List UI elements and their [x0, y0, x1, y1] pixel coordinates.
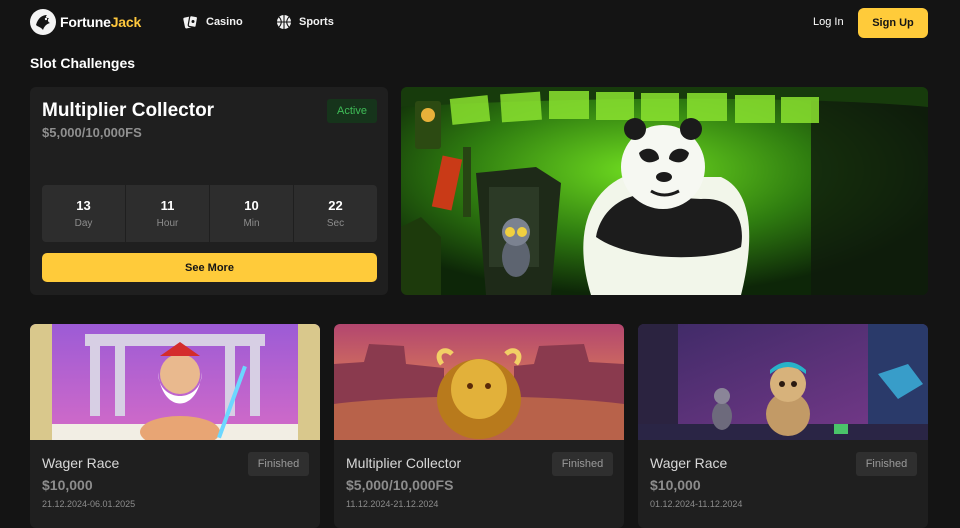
countdown-unit: Min [243, 218, 260, 229]
countdown-value: 22 [328, 198, 343, 213]
nav-sports[interactable]: Sports [275, 13, 334, 31]
countdown-value: 10 [244, 198, 259, 213]
countdown-unit: Hour [156, 218, 179, 229]
card-prize: $5,000/10,000FS [346, 477, 454, 493]
basketball-icon [277, 15, 291, 29]
nav-casino[interactable]: Casino [182, 13, 243, 31]
featured-title: Multiplier Collector [42, 100, 215, 121]
card-date-range: 01.12.2024-11.12.2024 [650, 499, 743, 509]
challenge-card[interactable]: Wager Race $10,000 21.12.2024-06.01.2025… [30, 324, 320, 528]
logo-text-fortune: Fortune [60, 14, 111, 30]
challenge-card[interactable]: Wager Race $10,000 01.12.2024-11.12.2024… [638, 324, 928, 528]
status-badge-active: Active [327, 99, 377, 123]
countdown-value: 11 [160, 198, 175, 213]
featured-prize: $5,000/10,000FS [42, 125, 142, 140]
card-title: Multiplier Collector [346, 455, 462, 471]
nav-sports-label: Sports [299, 16, 334, 28]
card-image [638, 324, 928, 440]
status-badge-finished: Finished [856, 452, 917, 476]
card-prize: $10,000 [42, 477, 93, 493]
countdown-unit: Sec [326, 218, 345, 229]
featured-challenge-card: Multiplier Collector $5,000/10,000FS Act… [30, 87, 388, 295]
card-title: Wager Race [42, 455, 120, 471]
countdown-value: 13 [76, 198, 91, 213]
countdown-unit: Day [74, 218, 93, 229]
top-header: FortuneJack Casino Sports Log In Sign Up [0, 0, 960, 46]
login-link[interactable]: Log In [813, 16, 844, 28]
card-image [334, 324, 624, 440]
status-badge-finished: Finished [248, 452, 309, 476]
countdown-timer: 13 Day 11 Hour 10 Min 22 Sec [42, 185, 377, 242]
logo-text-jack: Jack [110, 14, 142, 30]
fortunejack-logo[interactable]: FortuneJack [30, 9, 141, 35]
card-image [30, 324, 320, 440]
see-more-button[interactable]: See More [42, 253, 377, 282]
signup-button[interactable]: Sign Up [858, 8, 928, 38]
countdown-seconds: 22 Sec [294, 185, 377, 242]
card-date-range: 11.12.2024-21.12.2024 [346, 499, 439, 509]
countdown-days: 13 Day [42, 185, 125, 242]
card-prize: $10,000 [650, 477, 701, 493]
card-title: Wager Race [650, 455, 728, 471]
challenge-card[interactable]: Multiplier Collector $5,000/10,000FS 11.… [334, 324, 624, 528]
countdown-hours: 11 Hour [126, 185, 209, 242]
section-title: Slot Challenges [30, 55, 136, 71]
nav-casino-label: Casino [206, 16, 243, 28]
card-date-range: 21.12.2024-06.01.2025 [42, 499, 136, 509]
status-badge-finished: Finished [552, 452, 613, 476]
cards-icon [183, 15, 199, 29]
countdown-minutes: 10 Min [210, 185, 293, 242]
logo-mark-icon [30, 9, 56, 35]
featured-game-banner[interactable] [401, 87, 928, 295]
